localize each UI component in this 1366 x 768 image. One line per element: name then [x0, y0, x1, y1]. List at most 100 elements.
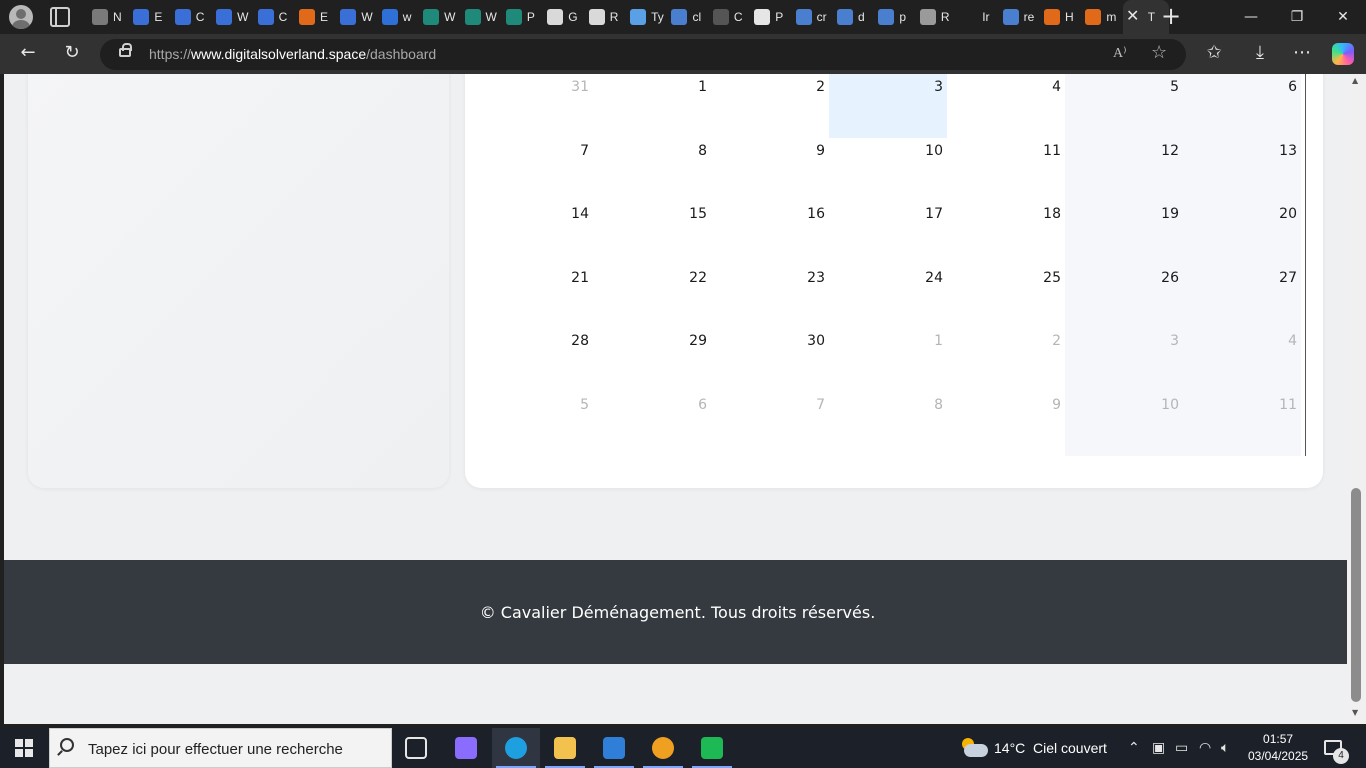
browser-tab[interactable]: cl: [667, 0, 708, 34]
calendar-day-cell[interactable]: 28: [475, 328, 593, 392]
more-menu-icon[interactable]: ⋯: [1290, 42, 1314, 64]
calendar-day-cell[interactable]: 6: [593, 392, 711, 456]
calendar-day-cell[interactable]: 3: [829, 74, 947, 138]
calendar-day-cell[interactable]: 11: [947, 138, 1065, 202]
browser-tab[interactable]: Ty: [626, 0, 667, 34]
battery-icon[interactable]: ▭: [1175, 739, 1188, 757]
new-tab-button[interactable]: +: [1161, 4, 1181, 28]
browser-tab[interactable]: W: [336, 0, 377, 34]
calendar-day-cell[interactable]: 1: [593, 74, 711, 138]
browser-tab[interactable]: re: [999, 0, 1040, 34]
refresh-icon[interactable]: ↻: [60, 42, 84, 64]
calendar-day-cell[interactable]: 6: [1183, 74, 1301, 138]
browser-tab[interactable]: E: [129, 0, 170, 34]
browser-tab[interactable]: W: [212, 0, 253, 34]
calendar-day-cell[interactable]: 8: [829, 392, 947, 456]
calendar-day-cell[interactable]: 2: [711, 74, 829, 138]
address-bar[interactable]: https://www.digitalsolverland.space/dash…: [100, 39, 1186, 70]
calendar-day-cell[interactable]: 27: [1183, 264, 1301, 329]
calendar-day-cell[interactable]: 7: [475, 138, 593, 202]
calendar-day-cell[interactable]: 31: [475, 74, 593, 138]
task-view-taskbar-button[interactable]: [392, 728, 440, 768]
volume-icon[interactable]: 🔈︎: [1221, 739, 1229, 757]
scroll-up-arrow-icon[interactable]: ▲: [1352, 76, 1358, 85]
browser-tab[interactable]: C: [709, 0, 750, 34]
calendar-day-cell[interactable]: 4: [947, 74, 1065, 138]
calendar-day-cell[interactable]: 29: [593, 328, 711, 392]
calendar-day-cell[interactable]: 3: [1065, 328, 1183, 392]
calendar-day-cell[interactable]: 5: [1065, 74, 1183, 138]
calendar-day-cell[interactable]: 8: [593, 138, 711, 202]
window-close-button[interactable]: ✕: [1320, 0, 1366, 34]
edge-taskbar-button[interactable]: [492, 728, 540, 768]
url-text[interactable]: https://www.digitalsolverland.space/dash…: [149, 46, 436, 62]
browser-tab[interactable]: d: [833, 0, 874, 34]
browser-tab[interactable]: R: [585, 0, 626, 34]
tab-actions-icon[interactable]: [50, 7, 70, 27]
restore-button[interactable]: ❐: [1274, 0, 1320, 34]
browser-tab[interactable]: E: [295, 0, 336, 34]
mail-taskbar-button[interactable]: [590, 728, 638, 768]
browser-tab[interactable]: Ir: [957, 0, 998, 34]
copilot-icon[interactable]: [1332, 43, 1354, 65]
terminal-app-taskbar-button[interactable]: [688, 728, 736, 768]
calendar-day-cell[interactable]: 25: [947, 265, 1065, 329]
back-arrow-icon[interactable]: ←: [16, 42, 40, 64]
calendar-day-cell[interactable]: 19: [1065, 201, 1183, 265]
calendar-day-cell[interactable]: 21: [475, 265, 593, 329]
browser-tab[interactable]: G: [543, 0, 584, 34]
scroll-down-arrow-icon[interactable]: ▼: [1352, 708, 1358, 717]
browser-tab[interactable]: cr: [792, 0, 833, 34]
calendar-day-cell[interactable]: 22: [593, 265, 711, 329]
system-clock[interactable]: 01:57 03/04/2025: [1248, 731, 1308, 765]
browser-tab[interactable]: w: [378, 0, 419, 34]
meet-now-icon[interactable]: ▣: [1152, 739, 1165, 757]
copilot-app-taskbar-button[interactable]: [442, 728, 490, 768]
scrollbar-thumb[interactable]: [1351, 488, 1361, 702]
calendar-day-cell[interactable]: 17: [829, 201, 947, 265]
favorite-star-icon[interactable]: ☆: [1151, 42, 1167, 63]
calendar-day-cell[interactable]: 9: [711, 138, 829, 202]
calendar-day-cell[interactable]: 1: [829, 328, 947, 392]
browser-tab[interactable]: H: [1040, 0, 1081, 34]
calendar-day-cell[interactable]: 9: [947, 392, 1065, 456]
calendar-day-cell[interactable]: 30: [711, 328, 829, 392]
read-aloud-icon[interactable]: A⁾: [1113, 45, 1127, 62]
taskbar-search-box[interactable]: Tapez ici pour effectuer une recherche: [49, 728, 392, 768]
calendar-day-cell[interactable]: 20: [1183, 201, 1301, 265]
calendar-day-cell[interactable]: 23: [711, 265, 829, 329]
calendar-day-cell[interactable]: 16: [711, 201, 829, 265]
calendar-day-cell[interactable]: 26: [1065, 264, 1183, 329]
calendar-day-cell[interactable]: 4: [1183, 328, 1301, 392]
calendar-day-cell[interactable]: 10: [1065, 391, 1183, 456]
windows-start-icon[interactable]: [15, 739, 33, 757]
page-scrollbar[interactable]: ▲ ▼: [1347, 74, 1366, 724]
file-explorer-taskbar-button[interactable]: [541, 728, 589, 768]
calendar-day-cell[interactable]: 2: [947, 328, 1065, 392]
browser-tab[interactable]: W: [419, 0, 460, 34]
calendar-day-cell[interactable]: 18: [947, 201, 1065, 265]
browser-tab[interactable]: m: [1081, 0, 1122, 34]
browser-tab[interactable]: R: [916, 0, 957, 34]
calendar-day-cell[interactable]: 10: [829, 138, 947, 202]
browser-tab[interactable]: C: [171, 0, 212, 34]
weather-temp[interactable]: 14°C: [994, 740, 1025, 756]
close-tab-icon[interactable]: ✕: [1126, 8, 1139, 24]
calendar-day-cell[interactable]: 12: [1065, 137, 1183, 202]
calendar-day-cell[interactable]: 15: [593, 201, 711, 265]
lock-icon[interactable]: [119, 43, 132, 57]
vpn-app-taskbar-button[interactable]: [639, 728, 687, 768]
browser-tab[interactable]: P: [502, 0, 543, 34]
calendar-day-cell[interactable]: 13: [1183, 137, 1301, 202]
browser-tab[interactable]: N: [88, 0, 129, 34]
downloads-icon[interactable]: ⤓: [1248, 42, 1272, 64]
calendar-day-cell[interactable]: 7: [711, 392, 829, 456]
favorites-icon[interactable]: ✩: [1202, 42, 1226, 64]
weather-cloudy-icon[interactable]: [960, 738, 988, 758]
minimize-button[interactable]: —: [1228, 0, 1274, 34]
wifi-icon[interactable]: ◠: [1199, 739, 1211, 757]
browser-tab[interactable]: p: [874, 0, 915, 34]
weather-desc[interactable]: Ciel couvert: [1033, 740, 1107, 756]
chevron-up-icon[interactable]: ⌃: [1128, 739, 1140, 757]
profile-avatar[interactable]: [9, 5, 33, 29]
